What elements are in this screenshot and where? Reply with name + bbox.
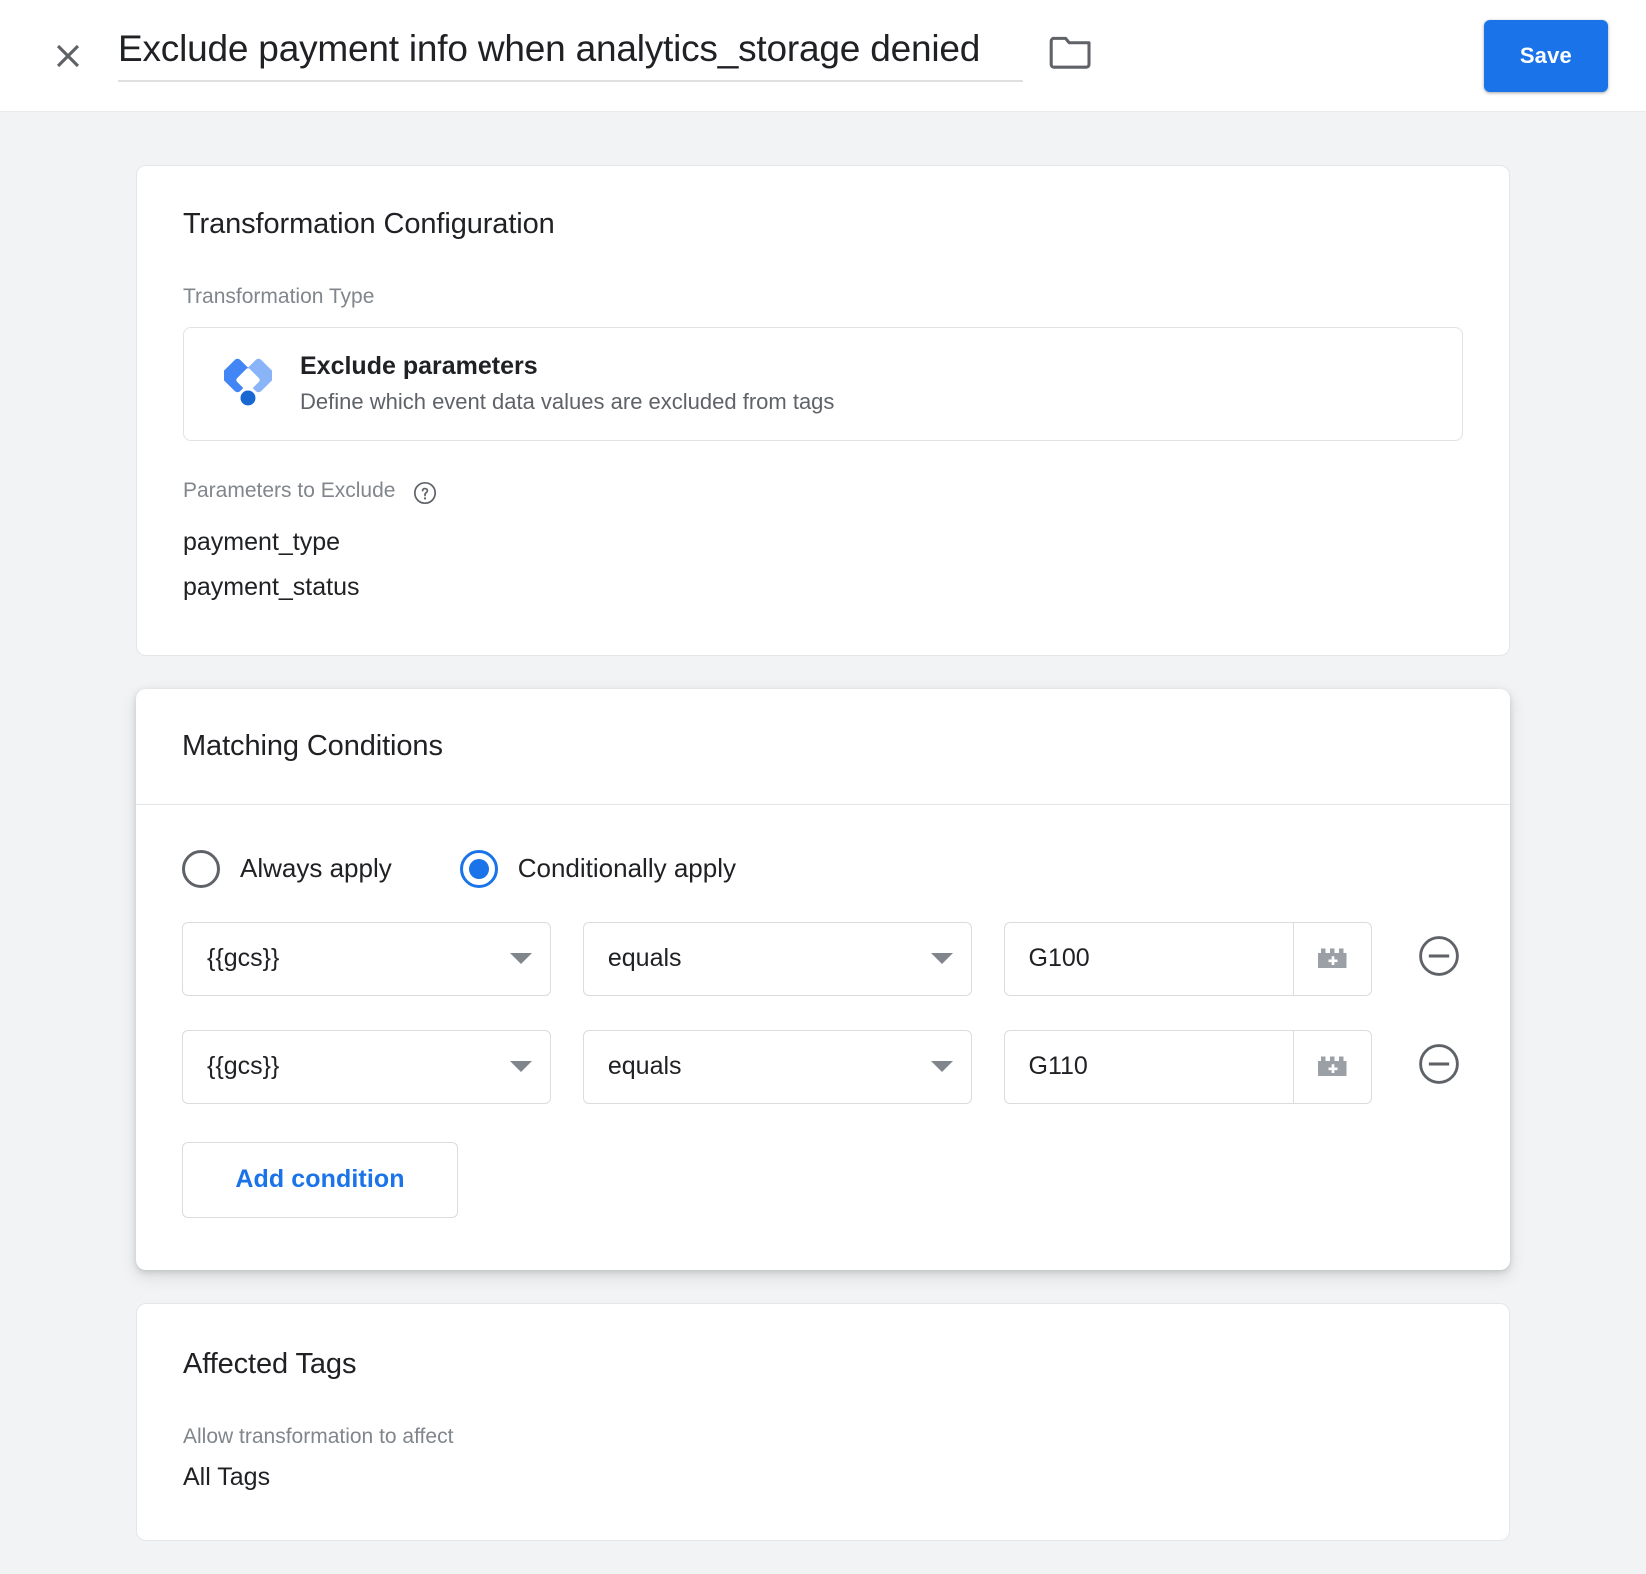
transformation-type-label: Transformation Type [183, 285, 375, 308]
condition-value-field: G110 [1003, 1029, 1372, 1104]
condition-variable-select[interactable]: {{gcs}} [182, 921, 551, 996]
radio-always-apply-label: Always apply [240, 853, 392, 884]
transformation-type-tile[interactable]: Exclude parameters Define which event da… [183, 327, 1463, 441]
condition-value-input[interactable]: G100 [1005, 923, 1293, 995]
condition-variable-value: {{gcs}} [207, 944, 280, 973]
minus-circle-icon [1416, 1041, 1462, 1092]
help-circle-icon[interactable] [412, 480, 438, 506]
matching-conditions-title: Matching Conditions [182, 729, 443, 762]
folder-icon [1049, 33, 1093, 74]
chevron-down-icon [930, 953, 953, 965]
transformation-type-description: Define which event data values are exclu… [300, 389, 835, 415]
parameter-item: payment_type [183, 527, 341, 556]
app-header: Exclude payment info when analytics_stor… [0, 0, 1646, 112]
condition-operator-select[interactable]: equals [582, 1029, 972, 1104]
title-area: Exclude payment info when analytics_stor… [118, 28, 1484, 82]
parameters-to-exclude-label: Parameters to Exclude [183, 479, 396, 502]
radio-always-apply[interactable]: Always apply [182, 849, 392, 888]
radio-conditionally-apply[interactable]: Conditionally apply [459, 849, 736, 888]
save-button[interactable]: Save [1483, 19, 1608, 92]
affected-tags-card: Affected Tags Allow transformation to af… [136, 1302, 1510, 1541]
close-icon [49, 37, 87, 75]
allow-transformation-label: Allow transformation to affect [183, 1424, 454, 1448]
matching-conditions-card: Matching Conditions Always apply Conditi… [136, 688, 1510, 1270]
apply-mode-radio-group: Always apply Conditionally apply [182, 805, 1464, 888]
add-condition-button[interactable]: Add condition [182, 1141, 458, 1218]
remove-condition-button[interactable] [1414, 1042, 1464, 1092]
minus-circle-icon [1416, 933, 1462, 984]
condition-value-field: G100 [1003, 921, 1372, 996]
condition-variable-select[interactable]: {{gcs}} [182, 1029, 551, 1104]
parameter-item: payment_status [183, 573, 360, 602]
lego-brick-plus-icon [1315, 941, 1351, 976]
folder-button[interactable] [1049, 33, 1093, 74]
transformation-name-input[interactable]: Exclude payment info when analytics_stor… [118, 28, 1023, 82]
matching-conditions-header: Matching Conditions [136, 689, 1510, 805]
radio-unchecked-icon [182, 849, 220, 888]
chevron-down-icon [509, 953, 532, 965]
condition-operator-select[interactable]: equals [582, 921, 972, 996]
close-button[interactable] [44, 32, 92, 80]
transformation-configuration-title: Transformation Configuration [183, 208, 555, 240]
parameters-to-exclude-label-row: Parameters to Exclude [183, 479, 1463, 506]
condition-operator-value: equals [607, 944, 682, 973]
lego-brick-plus-icon [1315, 1049, 1351, 1084]
variable-picker-button[interactable] [1293, 922, 1371, 995]
page-body: Transformation Configuration Transformat… [0, 112, 1646, 1541]
affected-tags-title: Affected Tags [183, 1347, 357, 1380]
radio-checked-icon [459, 849, 498, 888]
condition-variable-value: {{gcs}} [207, 1052, 280, 1081]
variable-picker-button[interactable] [1293, 1030, 1371, 1103]
transformation-configuration-card: Transformation Configuration Transformat… [136, 165, 1510, 656]
allow-transformation-value: All Tags [183, 1462, 271, 1491]
remove-condition-button[interactable] [1414, 934, 1464, 984]
transformation-type-name: Exclude parameters [300, 352, 538, 381]
chevron-down-icon [930, 1061, 953, 1073]
radio-conditionally-apply-label: Conditionally apply [517, 853, 736, 884]
condition-value-input[interactable]: G110 [1005, 1031, 1293, 1103]
condition-row: {{gcs}} equals G110 [182, 1029, 1464, 1104]
chevron-down-icon [509, 1061, 532, 1073]
condition-row: {{gcs}} equals G100 [182, 921, 1464, 996]
condition-operator-value: equals [607, 1052, 682, 1081]
gtm-diamond-icon [220, 357, 276, 412]
